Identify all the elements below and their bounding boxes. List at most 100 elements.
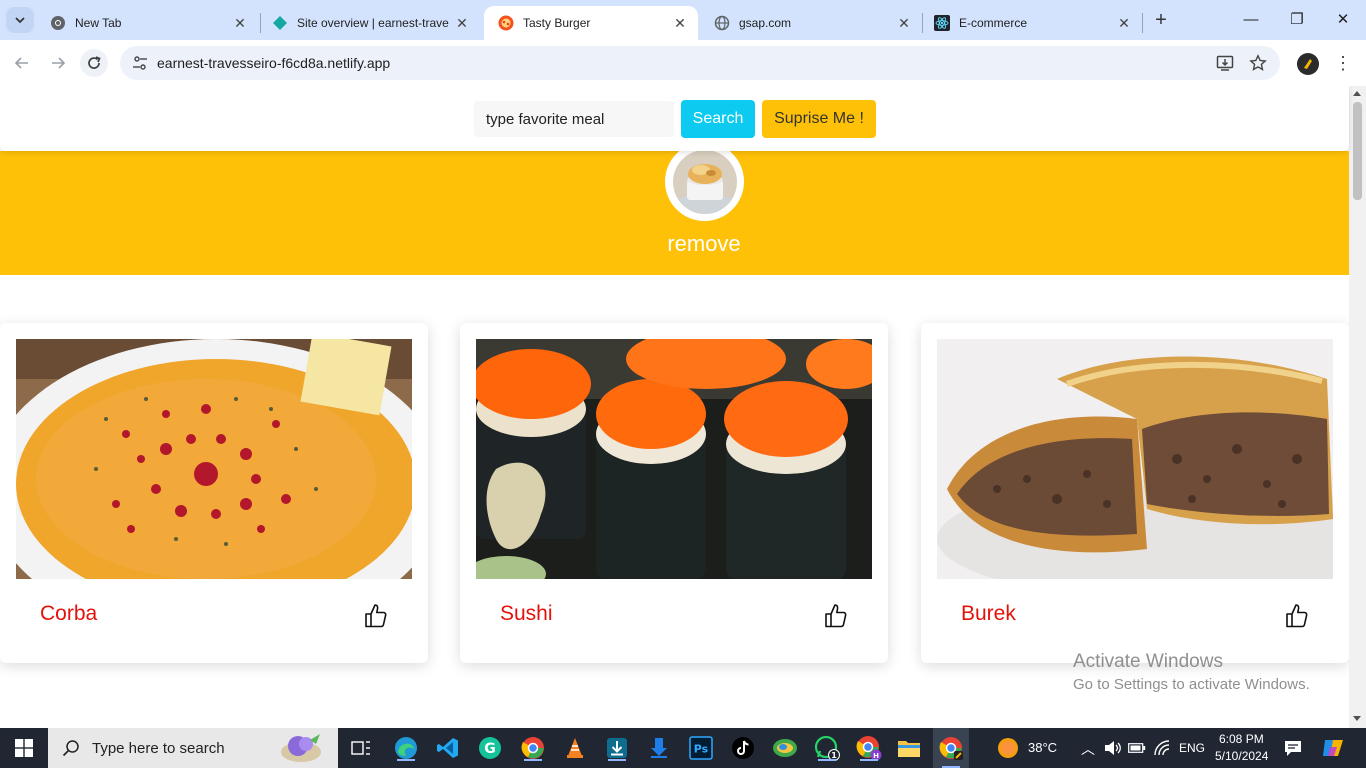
close-icon[interactable]: ✕ (896, 15, 912, 31)
corba-soup-image (16, 339, 412, 579)
restore-button[interactable]: ❐ (1274, 8, 1320, 32)
battery-icon[interactable] (1128, 742, 1146, 754)
burger-site-icon (498, 15, 514, 31)
meal-name[interactable]: Burek (961, 602, 1016, 626)
forward-button[interactable] (44, 49, 72, 77)
tab-title: Tasty Burger (523, 16, 591, 30)
meal-card[interactable]: Sushi (460, 323, 888, 663)
chrome-icon (50, 15, 66, 31)
meal-name[interactable]: Sushi (500, 602, 553, 626)
tab-gsap[interactable]: gsap.com ✕ (700, 6, 922, 40)
meal-card-list: Corba Sushi Burek (0, 323, 1349, 663)
photoshop-icon[interactable]: Ps (688, 735, 714, 761)
close-icon[interactable]: ✕ (454, 15, 470, 31)
meal-avatar (665, 142, 744, 221)
svg-text:Ps: Ps (694, 743, 709, 756)
chrome-profile-h-icon[interactable]: H (856, 735, 882, 761)
meal-search-input[interactable] (474, 101, 674, 137)
netlify-icon (272, 15, 288, 31)
meal-card[interactable]: Burek (921, 323, 1349, 663)
running-indicator (860, 759, 878, 761)
tab-search-button[interactable] (6, 7, 34, 33)
search-icon (62, 740, 79, 757)
search-button[interactable]: Search (681, 100, 755, 138)
new-tab-button[interactable]: + (1151, 10, 1171, 30)
grammarly-icon[interactable]: G (477, 735, 503, 761)
activate-windows-subtitle: Go to Settings to activate Windows. (1073, 676, 1310, 693)
browser-menu-icon[interactable]: ⋮ (1334, 52, 1352, 74)
browser-toolbar: earnest-travesseiro-f6cd8a.netlify.app ⋮ (0, 40, 1366, 86)
meal-name[interactable]: Corba (40, 602, 97, 626)
clock-time[interactable]: 6:08 PM (1219, 732, 1264, 746)
address-bar[interactable]: earnest-travesseiro-f6cd8a.netlify.app (120, 46, 1280, 80)
chevron-down-icon (15, 17, 25, 24)
chevron-up-icon[interactable]: ︿ (1081, 739, 1095, 759)
extension-icon[interactable] (1297, 53, 1319, 75)
taskbar-search-box[interactable]: Type here to search (48, 728, 338, 768)
tab-tasty-burger[interactable]: Tasty Burger ✕ (484, 6, 698, 40)
file-download-icon[interactable] (646, 735, 672, 761)
tab-title: E-commerce (959, 16, 1028, 30)
site-navbar: Search Suprise Me ! (0, 86, 1349, 151)
close-icon[interactable]: ✕ (232, 15, 248, 31)
tab-site-overview[interactable]: Site overview | earnest-trave ✕ (258, 6, 480, 40)
hero-title: remove (667, 231, 741, 256)
tab-separator (1142, 13, 1143, 33)
volume-icon[interactable] (1104, 740, 1122, 756)
chrome-profile-icon[interactable] (520, 735, 546, 761)
whatsapp-icon[interactable]: 1 (814, 735, 840, 761)
weather-sun-icon[interactable] (997, 737, 1019, 759)
close-icon[interactable]: ✕ (672, 15, 688, 31)
svg-text:G: G (484, 741, 496, 757)
globe-icon (714, 15, 730, 31)
chrome-active-icon[interactable] (933, 728, 969, 768)
activate-windows-title: Activate Windows (1073, 651, 1223, 672)
vscode-icon[interactable] (435, 735, 461, 761)
language-indicator[interactable]: ENG (1179, 741, 1205, 755)
page-scrollbar[interactable] (1349, 86, 1366, 728)
scroll-up-arrow[interactable] (1353, 91, 1361, 96)
minimize-button[interactable]: — (1228, 8, 1274, 32)
running-indicator (818, 759, 836, 761)
tab-new-tab[interactable]: New Tab ✕ (36, 6, 258, 40)
surprise-me-button[interactable]: Suprise Me ! (762, 100, 876, 138)
tab-title: gsap.com (739, 16, 792, 30)
thumbs-up-icon[interactable] (1285, 603, 1309, 629)
tab-title: New Tab (75, 16, 122, 30)
page-viewport: Search Suprise Me ! remove (0, 86, 1366, 728)
weather-temperature[interactable]: 38°C (1028, 740, 1057, 755)
clock-date[interactable]: 5/10/2024 (1215, 749, 1268, 763)
edge-browser-icon[interactable] (393, 735, 419, 761)
site-settings-icon[interactable] (132, 55, 148, 71)
search-highlight-icon (281, 734, 321, 762)
tab-e-commerce[interactable]: E-commerce ✕ (920, 6, 1142, 40)
scroll-down-arrow[interactable] (1353, 716, 1361, 721)
scroll-thumb[interactable] (1353, 102, 1362, 200)
task-view-icon[interactable] (348, 735, 374, 761)
thumbs-up-icon[interactable] (824, 603, 848, 629)
file-explorer-icon[interactable] (896, 735, 922, 761)
taskbar-search-placeholder: Type here to search (92, 739, 225, 757)
url-text: earnest-travesseiro-f6cd8a.netlify.app (157, 55, 391, 71)
hero-banner: remove (0, 142, 1349, 275)
globe-app-icon[interactable] (772, 735, 798, 761)
notification-icon[interactable] (1284, 740, 1302, 757)
close-icon[interactable]: ✕ (1116, 15, 1132, 31)
back-button[interactable] (8, 49, 36, 77)
reload-icon (88, 56, 101, 69)
thumbs-up-icon[interactable] (364, 603, 388, 629)
close-window-button[interactable]: ✕ (1320, 8, 1366, 32)
vlc-icon[interactable] (562, 735, 588, 761)
running-indicator (524, 759, 542, 761)
tiktok-icon[interactable] (730, 735, 756, 761)
copilot-icon[interactable] (1321, 737, 1345, 759)
download-app-icon[interactable] (604, 735, 630, 761)
install-app-icon[interactable] (1216, 54, 1234, 72)
reload-button[interactable] (80, 49, 108, 77)
wifi-icon[interactable] (1153, 740, 1171, 756)
running-indicator (608, 759, 626, 761)
windows-start-icon[interactable] (15, 739, 33, 757)
bookmark-star-icon[interactable] (1249, 54, 1267, 72)
meal-card[interactable]: Corba (0, 323, 428, 663)
windows-taskbar: Type here to search G Ps 1 H 38°C ︿ ENG … (0, 728, 1366, 768)
